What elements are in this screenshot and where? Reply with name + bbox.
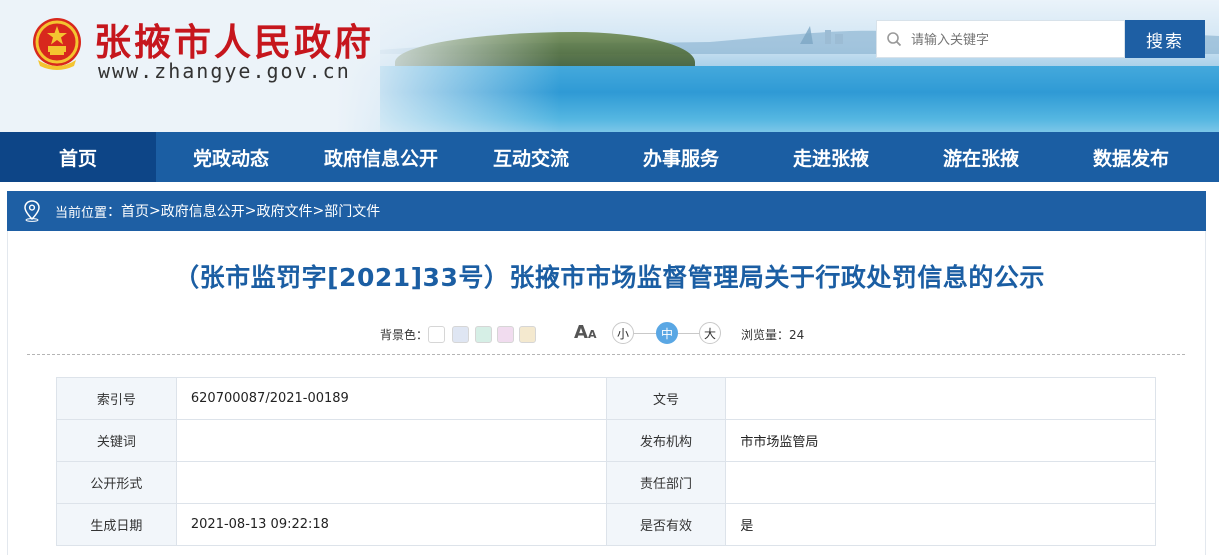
bg-swatch-white[interactable]: [428, 326, 445, 343]
nav-item-party-news[interactable]: 党政动态: [156, 132, 306, 182]
breadcrumb-colon: ：: [107, 204, 122, 220]
nav-item-services[interactable]: 办事服务: [606, 132, 756, 182]
publisher-value: 市市场监管局: [725, 419, 1156, 462]
keywords-value: [175, 419, 607, 462]
keywords-label: 关键词: [56, 419, 177, 462]
validity-value: 是: [725, 503, 1156, 546]
view-count-value: 24: [789, 328, 805, 342]
background-color-label: 背景色：: [380, 328, 429, 342]
nav-item-home[interactable]: 首页: [0, 132, 156, 182]
font-size-icon: AA: [574, 322, 597, 343]
nav-item-tourism[interactable]: 游在张掖: [906, 132, 1056, 182]
doc-number-label: 文号: [605, 377, 727, 420]
divider: [27, 354, 1185, 355]
view-count: 浏览量：24: [741, 326, 804, 343]
site-url: www.zhangye.gov.cn: [98, 59, 351, 83]
disclosure-form-label: 公开形式: [56, 461, 177, 504]
table-row: 关键词 发布机构 市市场监管局: [56, 419, 1156, 462]
breadcrumb-gov-docs[interactable]: 政府文件: [256, 201, 312, 221]
bg-swatch-pink[interactable]: [497, 326, 514, 343]
publisher-label: 发布机构: [605, 419, 727, 462]
search-button[interactable]: 搜索: [1125, 20, 1205, 58]
bg-swatch-green[interactable]: [475, 326, 492, 343]
table-row: 生成日期 2021-08-13 09:22:18 是否有效 是: [56, 503, 1156, 546]
search-input[interactable]: [911, 24, 1111, 54]
created-date-label: 生成日期: [56, 503, 177, 546]
font-size-medium-button[interactable]: 中: [656, 322, 678, 344]
font-size-large-button[interactable]: 大: [699, 322, 721, 344]
search-bar: 搜索: [876, 20, 1205, 60]
nav-item-data[interactable]: 数据发布: [1056, 132, 1206, 182]
search-box: [876, 20, 1125, 58]
nav-item-gov-info[interactable]: 政府信息公开: [306, 132, 456, 182]
header-banner: 张掖市人民政府 www.zhangye.gov.cn 搜索: [0, 0, 1219, 132]
created-date-value: 2021-08-13 09:22:18: [175, 503, 607, 546]
disclosure-form-value: [175, 461, 607, 504]
table-row: 公开形式 责任部门: [56, 461, 1156, 504]
breadcrumb-gov-info[interactable]: 政府信息公开: [161, 201, 245, 221]
responsible-dept-label: 责任部门: [605, 461, 727, 504]
site-title[interactable]: 张掖市人民政府: [94, 12, 374, 66]
bg-swatch-yellow[interactable]: [519, 326, 536, 343]
responsible-dept-value: [725, 461, 1156, 504]
location-pin-icon: [23, 200, 53, 222]
bg-swatch-blue[interactable]: [452, 326, 469, 343]
nav-item-interaction[interactable]: 互动交流: [456, 132, 606, 182]
main-nav: 首页 党政动态 政府信息公开 互动交流 办事服务 走进张掖 游在张掖 数据发布: [0, 132, 1219, 182]
table-row: 索引号 620700087/2021-00189 文号: [56, 377, 1156, 420]
validity-label: 是否有效: [605, 503, 727, 546]
index-number-label: 索引号: [56, 377, 177, 420]
breadcrumb-label: 当前位置: [55, 205, 108, 221]
breadcrumb-home[interactable]: 首页: [121, 201, 149, 221]
breadcrumb: 当前位置 ： 首页 > 政府信息公开 > 政府文件 > 部门文件: [7, 191, 1206, 231]
nav-item-about[interactable]: 走进张掖: [756, 132, 906, 182]
national-emblem-icon: [33, 18, 81, 70]
page-title: （张市监罚字[2021]33号）张掖市市场监督管理局关于行政处罚信息的公示: [174, 263, 1045, 292]
index-number-value: 620700087/2021-00189: [175, 377, 607, 420]
view-count-label: 浏览量：: [741, 328, 790, 342]
font-size-small-button[interactable]: 小: [612, 322, 634, 344]
breadcrumb-dept-docs[interactable]: 部门文件: [324, 201, 380, 221]
document-info-table: 索引号 620700087/2021-00189 文号 关键词 发布机构 市市场…: [56, 377, 1156, 546]
article-tools: 背景色： AA 小 中 大 浏览量：24: [0, 322, 1219, 346]
doc-number-value: [725, 377, 1156, 420]
search-icon: [877, 20, 911, 58]
